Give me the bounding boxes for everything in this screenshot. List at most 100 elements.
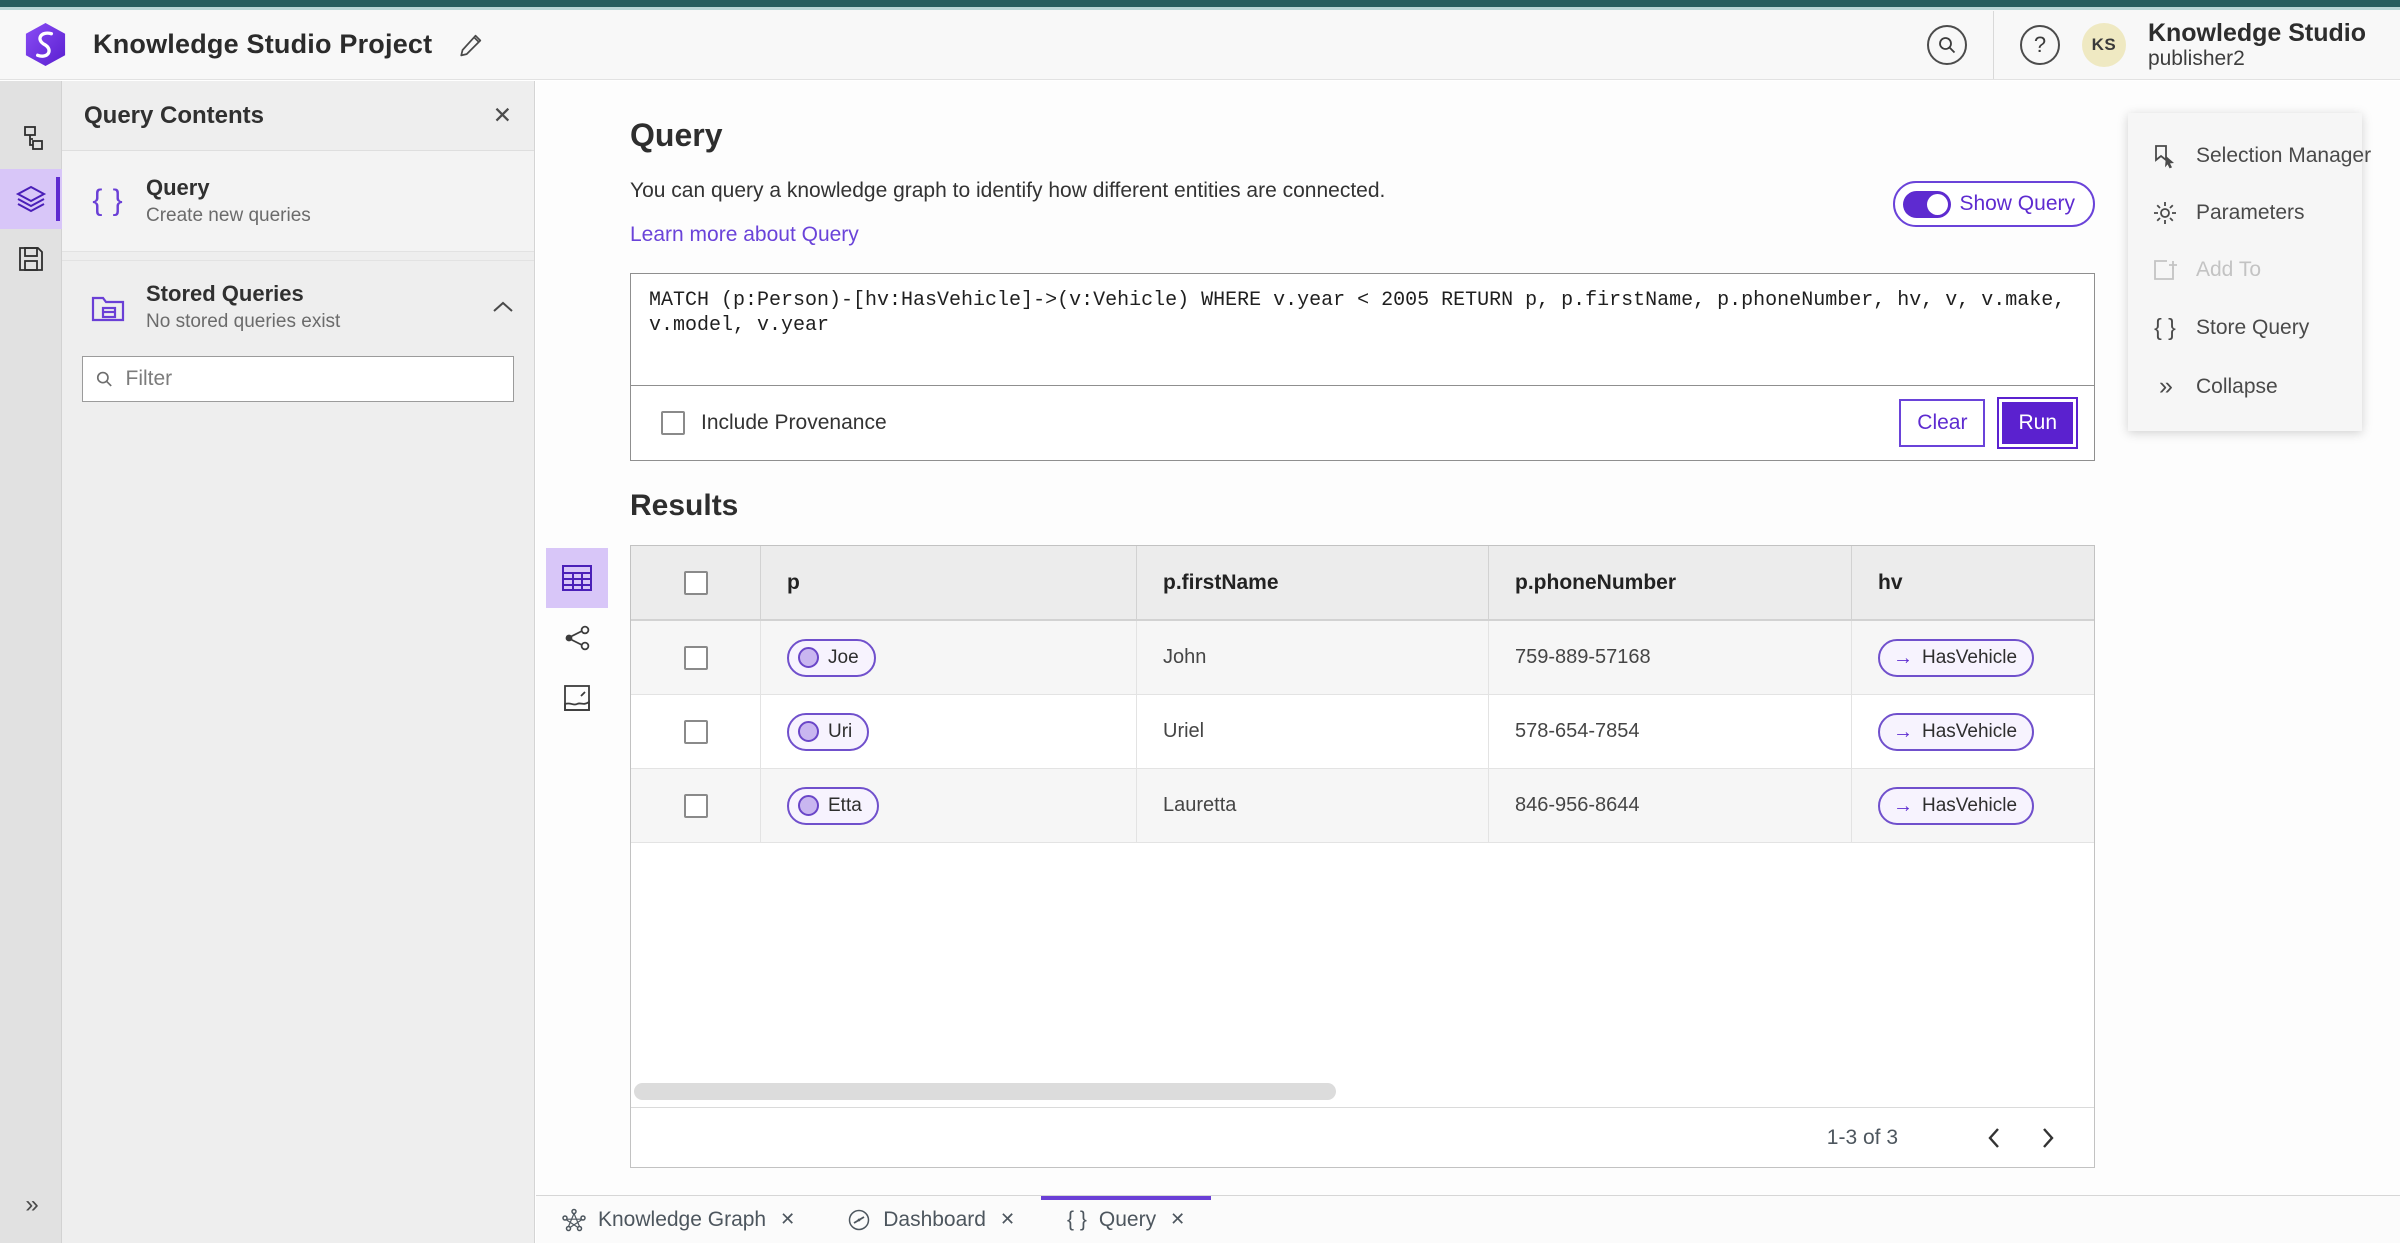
results-title: Results: [630, 489, 739, 522]
relationship-arrow-icon: →: [1893, 720, 1913, 743]
knowledge-graph-icon: [562, 1208, 586, 1231]
table-row[interactable]: Etta Lauretta 846-956-8644 → HasVehicle: [631, 769, 2094, 843]
selection-manager-button[interactable]: Selection Manager: [2128, 143, 2371, 169]
results-table: p p.firstName p.phoneNumber hv Joe John …: [630, 545, 2095, 1168]
include-provenance-checkbox[interactable]: [661, 411, 685, 435]
chevron-right-icon: [2043, 1127, 2054, 1148]
gear-icon: [2150, 200, 2180, 226]
cell-firstname: Lauretta: [1137, 769, 1489, 842]
rail-item-hierarchy[interactable]: [0, 109, 62, 169]
store-query-button[interactable]: { } Store Query: [2128, 314, 2362, 341]
knowledge-studio-app: Knowledge Studio Project ? KS Knowledge …: [0, 0, 2400, 1243]
cell-firstname: John: [1137, 621, 1489, 694]
avatar[interactable]: KS: [2081, 22, 2126, 67]
tab-label: Query: [1098, 1207, 1157, 1231]
tab-dashboard[interactable]: Dashboard ✕: [821, 1196, 1041, 1243]
panel-item-title: Query: [146, 175, 210, 200]
app-logo-icon: [25, 22, 66, 67]
layers-icon: [15, 185, 47, 213]
panel-item-title: Stored Queries: [146, 280, 304, 306]
learn-more-link[interactable]: Learn more about Query: [630, 223, 859, 247]
user-info: Knowledge Studio publisher2: [2148, 19, 2366, 71]
dashboard-gauge-icon: [848, 1209, 870, 1230]
collapse-panel-button[interactable]: » Collapse: [2128, 372, 2362, 401]
row-checkbox[interactable]: [683, 645, 708, 670]
toggle-track: [1903, 190, 1952, 218]
hierarchy-icon: [24, 126, 43, 150]
relationship-pill[interactable]: → HasVehicle: [1878, 786, 2035, 825]
query-tools-panel: Selection Manager Parameters Add To {} …: [2128, 113, 2371, 431]
panel-item-text: Stored Queries No stored queries exist: [146, 281, 340, 333]
results-view-toolbar: [546, 548, 608, 728]
entity-node-icon: [798, 721, 819, 742]
relationship-arrow-icon: →: [1893, 794, 1913, 817]
cell-phonenumber: 759-889-57168: [1489, 621, 1852, 694]
column-header-p[interactable]: p: [761, 546, 1137, 619]
rail-item-save[interactable]: [0, 229, 62, 289]
tab-knowledge-graph[interactable]: Knowledge Graph ✕: [536, 1196, 821, 1243]
query-input[interactable]: MATCH (p:Person)-[hv:HasVehicle]->(v:Veh…: [631, 274, 2094, 386]
query-description: You can query a knowledge graph to ident…: [630, 179, 1386, 202]
panel-item-query[interactable]: { } Query Create new queries: [62, 151, 534, 252]
show-query-toggle[interactable]: Show Query: [1893, 181, 2095, 227]
include-provenance-label: Include Provenance: [701, 411, 887, 434]
horizontal-scrollbar-thumb[interactable]: [634, 1083, 1336, 1100]
main-content: Query You can query a knowledge graph to…: [536, 81, 2400, 1195]
table-header-row: p p.firstName p.phoneNumber hv: [631, 546, 2094, 621]
parameters-button[interactable]: Parameters: [2128, 200, 2362, 226]
close-tab-icon[interactable]: ✕: [1000, 1209, 1015, 1230]
relationship-pill[interactable]: → HasVehicle: [1878, 638, 2035, 677]
graph-view-button[interactable]: [546, 608, 608, 668]
column-header-hv[interactable]: hv: [1852, 546, 2094, 619]
close-tab-icon[interactable]: ✕: [780, 1209, 795, 1230]
select-all-checkbox[interactable]: [683, 570, 708, 595]
close-tab-icon[interactable]: ✕: [1170, 1209, 1185, 1230]
rail-item-layers[interactable]: [0, 169, 62, 229]
column-header-phonenumber[interactable]: p.phoneNumber: [1489, 546, 1852, 619]
close-panel-icon[interactable]: ✕: [493, 102, 512, 129]
clear-button[interactable]: Clear: [1899, 399, 1986, 447]
table-icon: [562, 565, 592, 591]
entity-node-icon: [798, 795, 819, 816]
pagination-bar: 1-3 of 3: [631, 1107, 2094, 1167]
left-icon-rail: »: [0, 81, 62, 1243]
column-header-firstname[interactable]: p.firstName: [1137, 546, 1489, 619]
table-view-button[interactable]: [546, 548, 608, 608]
edit-title-icon[interactable]: [458, 32, 484, 58]
project-title: Knowledge Studio Project: [93, 29, 433, 59]
chevron-up-icon: [493, 301, 513, 312]
entity-pill[interactable]: Joe: [787, 638, 876, 677]
filter-input[interactable]: [125, 367, 501, 391]
add-to-icon: [2150, 257, 2180, 283]
double-chevron-right-icon: »: [2159, 372, 2173, 401]
add-to-button: Add To: [2128, 257, 2362, 283]
entity-pill[interactable]: Etta: [787, 786, 879, 825]
run-button[interactable]: Run: [1997, 397, 2078, 449]
table-row[interactable]: Uri Uriel 578-654-7854 → HasVehicle: [631, 695, 2094, 769]
panel-item-text: Query Create new queries: [146, 175, 311, 227]
link-chart-icon: [565, 625, 590, 651]
user-name: publisher2: [2147, 46, 2245, 70]
panel-item-stored-queries[interactable]: Stored Queries No stored queries exist: [62, 260, 534, 352]
save-icon: [19, 247, 43, 271]
table-row[interactable]: Joe John 759-889-57168 → HasVehicle: [631, 621, 2094, 695]
entity-pill[interactable]: Uri: [787, 712, 870, 751]
relationship-pill[interactable]: → HasVehicle: [1878, 712, 2035, 751]
expand-rail-button[interactable]: »: [0, 1191, 62, 1219]
query-contents-panel: Query Contents ✕ { } Query Create new qu…: [62, 81, 535, 1243]
previous-page-button[interactable]: [1974, 1118, 2014, 1158]
query-editor-container: MATCH (p:Person)-[hv:HasVehicle]->(v:Veh…: [630, 273, 2095, 461]
panel-title: Query Contents: [84, 101, 265, 129]
row-checkbox[interactable]: [683, 719, 708, 744]
search-button[interactable]: [1926, 24, 1967, 65]
cell-phonenumber: 578-654-7854: [1489, 695, 1852, 768]
help-button[interactable]: ?: [2019, 24, 2060, 65]
page-title: Query: [630, 117, 723, 153]
map-view-button[interactable]: [546, 668, 608, 728]
collapse-section-chevron[interactable]: [492, 300, 514, 314]
braces-icon: { }: [2154, 314, 2176, 341]
row-checkbox[interactable]: [683, 793, 708, 818]
header-actions: ? KS Knowledge Studio publisher2: [1926, 10, 2400, 79]
tab-query[interactable]: { } Query ✕: [1041, 1196, 1212, 1243]
next-page-button[interactable]: [2028, 1118, 2068, 1158]
